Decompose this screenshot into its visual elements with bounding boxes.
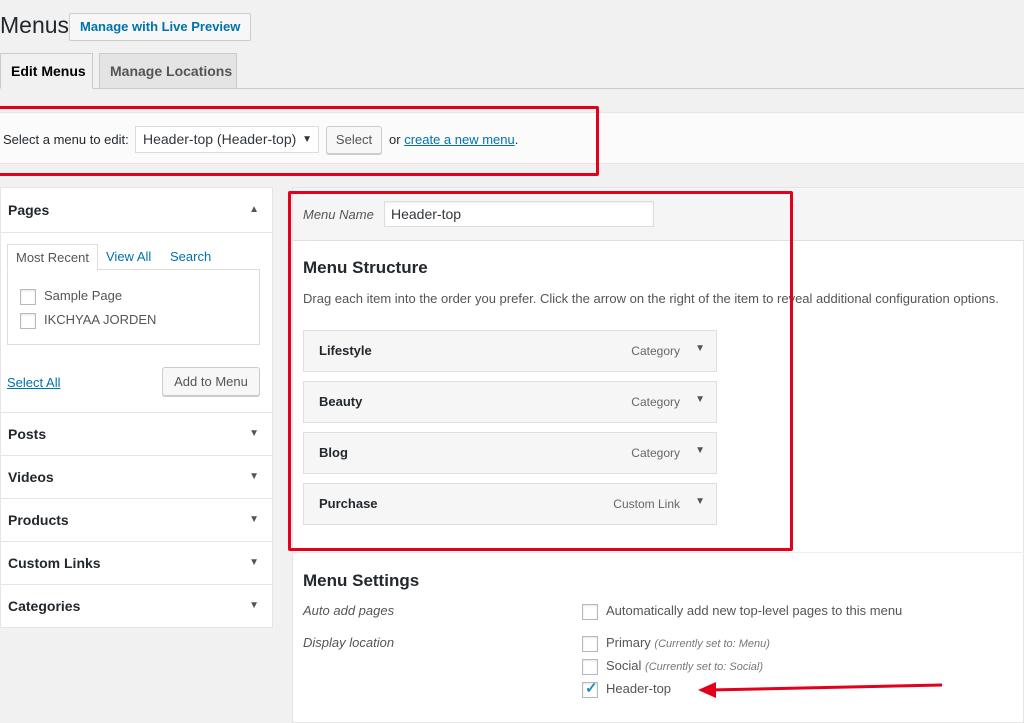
list-item[interactable]: Sample Page bbox=[20, 288, 122, 305]
section-title: Categories bbox=[8, 598, 81, 614]
location-label: Header-top bbox=[606, 681, 672, 696]
tab-most-recent[interactable]: Most Recent bbox=[7, 244, 98, 271]
red-arrow-icon bbox=[698, 682, 943, 698]
pages-checklist: Sample Page IKCHYAA JORDEN bbox=[7, 269, 260, 345]
menu-item-type: Category bbox=[631, 446, 680, 460]
checkbox[interactable] bbox=[582, 603, 598, 620]
expand-arrow-icon[interactable]: ▼ bbox=[695, 496, 705, 507]
expand-arrow-icon[interactable]: ▼ bbox=[249, 413, 259, 455]
checkbox[interactable] bbox=[20, 312, 36, 329]
accordion-section-custom-links[interactable]: Custom Links ▼ bbox=[1, 542, 273, 585]
menu-select-dropdown[interactable]: Header-top (Header-top) ▼ bbox=[135, 126, 319, 153]
checkbox[interactable] bbox=[20, 288, 36, 305]
menu-item-title: Blog bbox=[319, 445, 348, 460]
menu-item-blog[interactable]: Blog Category ▼ bbox=[303, 432, 717, 474]
menu-settings-title: Menu Settings bbox=[303, 571, 420, 590]
tab-search[interactable]: Search bbox=[170, 244, 211, 271]
menu-item-beauty[interactable]: Beauty Category ▼ bbox=[303, 381, 717, 423]
create-menu-text: or create a new menu. bbox=[389, 132, 518, 147]
section-title: Posts bbox=[8, 426, 47, 442]
accordion-section-videos[interactable]: Videos ▼ bbox=[1, 456, 273, 499]
menu-item-type: Category bbox=[631, 344, 680, 358]
auto-add-option-label: Automatically add new top-level pages to… bbox=[606, 603, 903, 618]
section-title: Custom Links bbox=[8, 555, 101, 571]
collapse-arrow-icon[interactable]: ▲ bbox=[249, 188, 259, 232]
page-label: Sample Page bbox=[44, 288, 123, 303]
expand-arrow-icon[interactable]: ▼ bbox=[695, 394, 705, 405]
location-social[interactable]: Social (Currently set to: Social) bbox=[582, 658, 763, 675]
create-new-menu-link[interactable]: create a new menu bbox=[404, 132, 515, 147]
accordion-section-products[interactable]: Products ▼ bbox=[1, 499, 273, 542]
tab-view-all[interactable]: View All bbox=[106, 244, 151, 271]
location-label: Social bbox=[606, 658, 642, 673]
tab-manage-locations[interactable]: Manage Locations bbox=[99, 53, 237, 89]
add-to-menu-button[interactable]: Add to Menu bbox=[162, 367, 260, 396]
menu-item-lifestyle[interactable]: Lifestyle Category ▼ bbox=[303, 330, 717, 372]
menu-select-value: Header-top (Header-top) bbox=[143, 131, 297, 147]
menu-name-label: Menu Name bbox=[303, 207, 374, 222]
expand-arrow-icon[interactable]: ▼ bbox=[249, 542, 259, 584]
accordion-section-pages[interactable]: Pages ▲ bbox=[1, 188, 273, 233]
or-label: or bbox=[389, 132, 401, 147]
menu-structure-description: Drag each item into the order you prefer… bbox=[303, 291, 999, 306]
period-text: . bbox=[514, 132, 519, 147]
expand-arrow-icon[interactable]: ▼ bbox=[695, 445, 705, 456]
section-title: Products bbox=[8, 512, 69, 528]
page-label: IKCHYAA JORDEN bbox=[44, 312, 157, 327]
pages-section-title: Pages bbox=[8, 202, 50, 218]
menu-item-title: Purchase bbox=[319, 496, 378, 511]
location-header-top[interactable]: ✓ Header-top bbox=[582, 679, 672, 698]
location-label: Primary bbox=[606, 635, 651, 650]
manage-live-preview-button[interactable]: Manage with Live Preview bbox=[69, 13, 252, 41]
select-menu-label: Select a menu to edit: bbox=[3, 132, 129, 147]
menu-item-type: Category bbox=[631, 395, 680, 409]
checkbox[interactable] bbox=[582, 635, 598, 652]
menu-item-title: Beauty bbox=[319, 394, 363, 409]
expand-arrow-icon[interactable]: ▼ bbox=[249, 585, 259, 627]
menu-name-input[interactable]: Header-top bbox=[384, 201, 654, 227]
menu-structure-title: Menu Structure bbox=[303, 258, 428, 277]
auto-add-pages-label: Auto add pages bbox=[303, 603, 395, 618]
add-menu-items-accordion: Pages ▲ Most Recent View All Search Samp… bbox=[0, 187, 273, 628]
menu-item-title: Lifestyle bbox=[319, 343, 372, 358]
expand-arrow-icon[interactable]: ▼ bbox=[695, 343, 705, 354]
tab-edit-menus[interactable]: Edit Menus bbox=[0, 53, 93, 89]
section-title: Videos bbox=[8, 469, 54, 485]
auto-add-option[interactable]: Automatically add new top-level pages to… bbox=[582, 603, 902, 620]
location-primary[interactable]: Primary (Currently set to: Menu) bbox=[582, 635, 770, 652]
checkbox[interactable] bbox=[582, 658, 598, 675]
page-title: Menus bbox=[0, 12, 70, 38]
checkmark-icon: ✓ bbox=[585, 679, 598, 697]
menu-item-purchase[interactable]: Purchase Custom Link ▼ bbox=[303, 483, 717, 525]
settings-divider bbox=[293, 552, 1024, 553]
accordion-section-posts[interactable]: Posts ▼ bbox=[1, 413, 273, 456]
expand-arrow-icon[interactable]: ▼ bbox=[249, 456, 259, 498]
select-button[interactable]: Select bbox=[326, 126, 382, 154]
location-note: (Currently set to: Social) bbox=[645, 661, 764, 673]
checkbox-checked[interactable]: ✓ bbox=[582, 679, 598, 698]
display-location-label: Display location bbox=[303, 635, 395, 650]
accordion-section-categories[interactable]: Categories ▼ bbox=[1, 585, 273, 628]
location-note: (Currently set to: Menu) bbox=[654, 638, 770, 650]
menu-item-type: Custom Link bbox=[613, 497, 680, 511]
expand-arrow-icon[interactable]: ▼ bbox=[249, 499, 259, 541]
pages-panel: Most Recent View All Search Sample Page … bbox=[1, 233, 273, 413]
select-all-link[interactable]: Select All bbox=[7, 375, 60, 390]
list-item[interactable]: IKCHYAA JORDEN bbox=[20, 312, 156, 329]
chevron-down-icon: ▼ bbox=[302, 134, 312, 145]
